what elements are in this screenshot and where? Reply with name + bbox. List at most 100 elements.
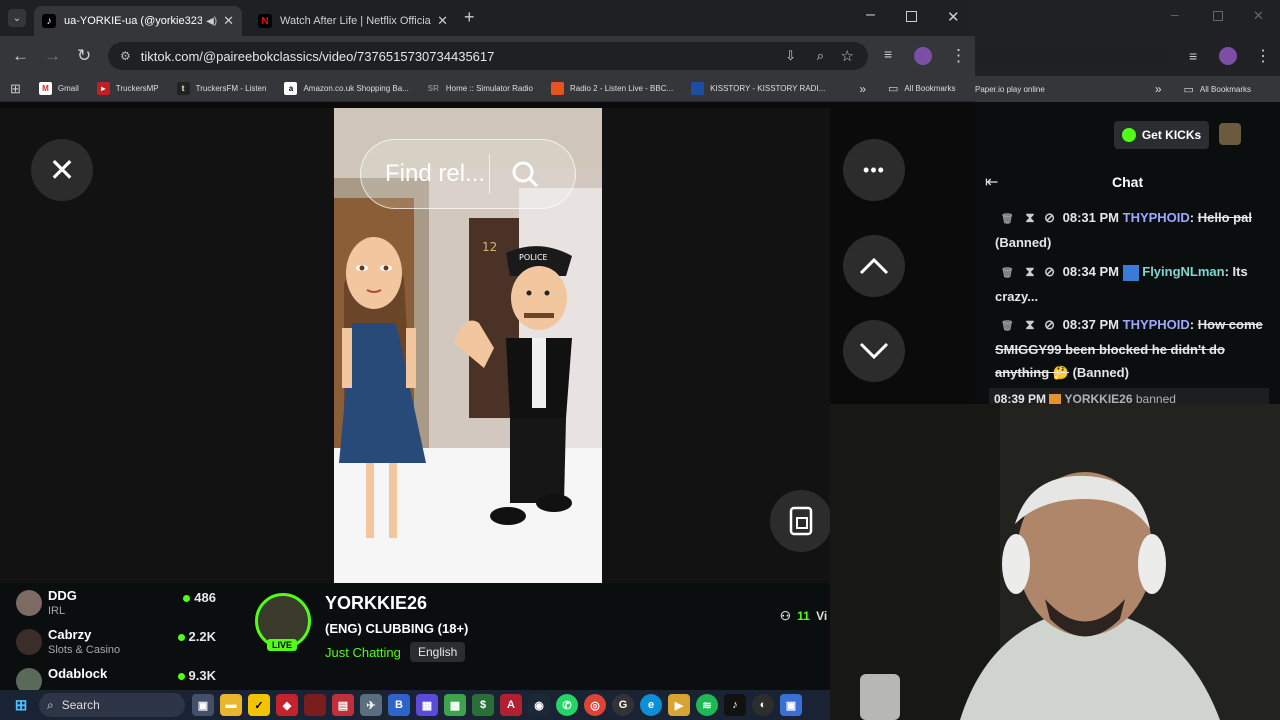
tab-list-button[interactable]: ⌄ xyxy=(8,9,26,27)
obs-icon[interactable]: ◐ xyxy=(752,694,774,716)
app-icon[interactable]: G xyxy=(612,694,634,716)
viewer-count: ⚇ 11 Vi xyxy=(780,609,828,623)
chat-username[interactable]: FlyingNLman xyxy=(1142,264,1224,279)
forward-icon[interactable]: → xyxy=(44,46,61,66)
back-icon[interactable]: ← xyxy=(12,46,29,66)
bookmark-truckersfm[interactable]: t TruckersFM - Listen xyxy=(176,82,266,95)
steam-icon[interactable]: ◉ xyxy=(528,694,550,716)
restore-button[interactable] xyxy=(1213,11,1223,21)
reload-icon[interactable]: ↻ xyxy=(77,46,91,66)
next-video-button[interactable] xyxy=(843,320,905,382)
app-icon[interactable]: A xyxy=(500,694,522,716)
bookmark-radio2[interactable]: Radio 2 - Listen Live - BBC... xyxy=(551,82,673,95)
app-icon[interactable]: ▶ xyxy=(668,694,690,716)
bookmark-star-icon[interactable]: ☆ xyxy=(841,47,854,65)
menu-icon[interactable]: ⋮ xyxy=(950,46,967,66)
site-info-icon[interactable]: ⚙ xyxy=(120,49,131,63)
bookmark-kisstory[interactable]: KISSTORY - KISSTORY RADI... xyxy=(691,82,825,95)
right-url-field[interactable] xyxy=(975,42,1175,70)
bookmark-truckersmp[interactable]: ▸ TruckersMP xyxy=(96,82,159,95)
speaker-icon[interactable]: ◀) xyxy=(206,16,217,27)
recommended-channel[interactable]: Cabrzy Slots & Casino 2.2K xyxy=(16,627,246,663)
tab-bar: ⌄ ♪ ua-YORKIE-ua (@yorkie32340) | TikTo … xyxy=(0,0,975,36)
norton-icon[interactable]: ✓ xyxy=(248,694,270,716)
chat-username[interactable]: THYPHOID xyxy=(1123,210,1190,225)
new-tab-button[interactable]: + xyxy=(464,7,475,28)
bookmark-paperio[interactable]: Paper.io play online xyxy=(975,85,1045,94)
ban-icon[interactable]: ⊘ xyxy=(1044,317,1055,332)
file-explorer-icon[interactable]: ▬ xyxy=(220,694,242,716)
app-icon[interactable]: ▦ xyxy=(416,694,438,716)
more-bookmarks-icon[interactable]: » xyxy=(859,82,866,96)
minimize-button[interactable]: – xyxy=(866,6,875,24)
recommended-channel[interactable]: DDG IRL 486 xyxy=(16,588,246,624)
delete-icon[interactable]: 🗑 xyxy=(1001,214,1014,225)
chevron-down-icon xyxy=(859,342,889,360)
bookmark-gmail[interactable]: M Gmail xyxy=(38,82,79,95)
live-dot-icon xyxy=(177,673,185,681)
menu-icon[interactable]: ⋮ xyxy=(1255,46,1271,66)
profile-avatar[interactable] xyxy=(1219,47,1237,65)
timeout-icon[interactable]: ⧗ xyxy=(1025,264,1034,279)
more-bookmarks-icon[interactable]: » xyxy=(1155,82,1162,96)
app-icon[interactable]: B xyxy=(388,694,410,716)
whatsapp-icon[interactable]: ✆ xyxy=(556,694,578,716)
bookmark-amazon[interactable]: a Amazon.co.uk Shopping Ba... xyxy=(284,82,409,95)
chat-message: 🗑 ⧗ ⊘ 08:34 PM FlyingNLman: Its crazy... xyxy=(995,264,1248,304)
truck-icon: ▸ xyxy=(96,82,110,95)
install-icon[interactable]: ⇩ xyxy=(785,48,796,64)
get-kicks-button[interactable]: Get KICKs xyxy=(1114,121,1209,149)
chat-username[interactable]: THYPHOID xyxy=(1123,317,1190,332)
delete-icon[interactable]: 🗑 xyxy=(1001,321,1014,332)
close-button[interactable]: ✕ xyxy=(31,139,93,201)
streamer-name[interactable]: YORKKIE26 xyxy=(325,593,427,614)
media-icon[interactable]: ≡ xyxy=(1189,48,1197,64)
media-icon[interactable]: ≡ xyxy=(884,46,892,62)
app-icon[interactable]: ▤ xyxy=(332,694,354,716)
close-window-button[interactable]: ✕ xyxy=(947,8,960,26)
url-field[interactable]: ⚙ tiktok.com/@paireebokclassics/video/73… xyxy=(108,42,868,70)
edge-icon[interactable]: e xyxy=(640,694,662,716)
stream-category-link[interactable]: Just Chatting xyxy=(325,645,401,660)
close-tab-icon[interactable]: ✕ xyxy=(437,13,448,29)
all-bookmarks[interactable]: ▭ All Bookmarks xyxy=(888,82,956,95)
svg-text:12: 12 xyxy=(482,240,497,254)
search-icon[interactable] xyxy=(510,159,540,189)
all-bookmarks[interactable]: All Bookmarks xyxy=(1200,85,1251,94)
tab-tiktok[interactable]: ♪ ua-YORKIE-ua (@yorkie32340) | TikTo ◀)… xyxy=(34,6,242,36)
search-related-field[interactable]: Find rel... xyxy=(360,139,576,209)
app-icon[interactable]: $ xyxy=(472,694,494,716)
taskbar-search-field[interactable]: ⌕ Search xyxy=(39,693,185,717)
ban-icon[interactable]: ⊘ xyxy=(1044,210,1055,225)
tab-netflix[interactable]: N Watch After Life | Netflix Official Si… xyxy=(250,6,456,36)
profile-avatar[interactable] xyxy=(914,47,932,65)
spotify-icon[interactable]: ≋ xyxy=(696,694,718,716)
language-tag[interactable]: English xyxy=(410,642,466,662)
windows-start-icon[interactable]: ⊞ xyxy=(10,694,32,716)
app-icon[interactable]: ✈ xyxy=(360,694,382,716)
app-icon[interactable]: ▩ xyxy=(444,694,466,716)
task-view-icon[interactable]: ▣ xyxy=(192,694,214,716)
tiktok-video[interactable]: POLICE 12 Find rel... xyxy=(334,108,602,583)
app-icon[interactable] xyxy=(304,694,326,716)
previous-video-button[interactable] xyxy=(843,235,905,297)
timeout-icon[interactable]: ⧗ xyxy=(1025,210,1034,225)
ban-icon[interactable]: ⊘ xyxy=(1044,264,1055,279)
user-avatar[interactable] xyxy=(1219,123,1241,145)
timeout-icon[interactable]: ⧗ xyxy=(1025,317,1034,332)
app-icon[interactable]: ◆ xyxy=(276,694,298,716)
collapse-chat-icon[interactable]: ⇤ xyxy=(985,172,998,192)
chrome-icon[interactable]: ◎ xyxy=(584,694,606,716)
close-window-button[interactable]: ✕ xyxy=(1253,8,1264,24)
picture-in-picture-button[interactable] xyxy=(770,490,832,552)
minimize-button[interactable]: – xyxy=(1171,6,1179,22)
more-options-button[interactable]: ••• xyxy=(843,139,905,201)
apps-icon[interactable]: ⊞ xyxy=(10,81,21,97)
tiktok-icon[interactable]: ♪ xyxy=(724,694,746,716)
maximize-button[interactable] xyxy=(906,11,917,22)
bookmark-simulator-radio[interactable]: SR Home :: Simulator Radio xyxy=(427,82,533,95)
zoom-icon[interactable]: ⌕ xyxy=(817,48,824,64)
close-tab-icon[interactable]: ✕ xyxy=(223,13,234,29)
delete-icon[interactable]: 🗑 xyxy=(1001,268,1014,279)
app-icon[interactable]: ▣ xyxy=(780,694,802,716)
